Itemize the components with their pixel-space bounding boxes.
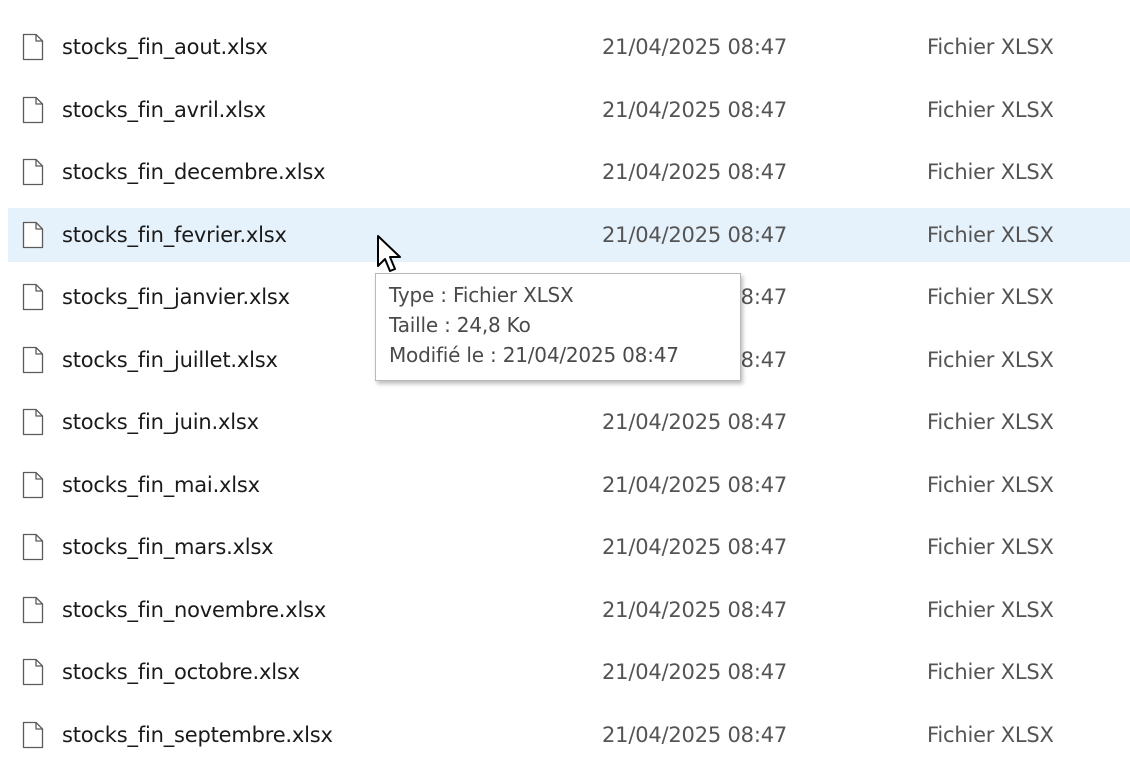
file-row[interactable]: stocks_fin_juin.xlsx 21/04/2025 08:47 Fi… xyxy=(8,395,1130,449)
tooltip-type: Type : Fichier XLSX xyxy=(389,283,574,307)
file-name: stocks_fin_fevrier.xlsx xyxy=(62,222,287,247)
file-row[interactable]: stocks_fin_aout.xlsx 21/04/2025 08:47 Fi… xyxy=(8,20,1130,74)
file-modified-date: 21/04/2025 08:47 xyxy=(602,35,788,59)
file-type: Fichier XLSX xyxy=(927,472,1054,497)
tooltip-size: Taille : 24,8 Ko xyxy=(389,313,531,337)
file-type: Fichier XLSX xyxy=(927,535,1054,559)
file-modified-date: 21/04/2025 08:47 xyxy=(602,535,788,559)
file-icon xyxy=(22,596,44,624)
file-modified-date: 21/04/2025 08:47 xyxy=(602,472,788,497)
file-name: stocks_fin_aout.xlsx xyxy=(62,35,268,59)
file-type: Fichier XLSX xyxy=(927,660,1054,684)
file-modified-date: 21/04/2025 08:47 xyxy=(602,660,788,684)
file-row[interactable]: stocks_fin_mai.xlsx 21/04/2025 08:47 Fic… xyxy=(8,458,1130,512)
file-name: stocks_fin_novembre.xlsx xyxy=(62,597,327,622)
file-type: Fichier XLSX xyxy=(927,722,1054,747)
file-list: stocks_fin_aout.xlsx 21/04/2025 08:47 Fi… xyxy=(0,0,1130,760)
file-type: Fichier XLSX xyxy=(927,222,1054,247)
file-modified-date: 21/04/2025 08:47 xyxy=(602,97,788,122)
file-name: stocks_fin_avril.xlsx xyxy=(62,97,266,122)
file-modified-date: 21/04/2025 08:47 xyxy=(602,410,788,434)
file-type: Fichier XLSX xyxy=(927,347,1054,372)
file-row[interactable]: stocks_fin_novembre.xlsx 21/04/2025 08:4… xyxy=(8,583,1130,637)
file-row[interactable]: stocks_fin_fevrier.xlsx 21/04/2025 08:47… xyxy=(8,207,1130,262)
file-icon xyxy=(22,658,44,686)
file-type: Fichier XLSX xyxy=(927,285,1054,309)
file-icon xyxy=(22,221,44,249)
file-type: Fichier XLSX xyxy=(927,410,1054,434)
file-name: stocks_fin_juin.xlsx xyxy=(62,410,259,434)
file-info-tooltip: Type : Fichier XLSX Taille : 24,8 Ko Mod… xyxy=(375,273,741,381)
file-icon xyxy=(22,158,44,186)
file-type: Fichier XLSX xyxy=(927,35,1054,59)
file-name: stocks_fin_mai.xlsx xyxy=(62,472,260,497)
file-row[interactable]: stocks_fin_mars.xlsx 21/04/2025 08:47 Fi… xyxy=(8,520,1130,574)
file-name: stocks_fin_septembre.xlsx xyxy=(62,722,333,747)
file-modified-date: 21/04/2025 08:47 xyxy=(602,222,788,247)
file-icon xyxy=(22,533,44,561)
file-type: Fichier XLSX xyxy=(927,597,1054,622)
file-row[interactable]: stocks_fin_octobre.xlsx 21/04/2025 08:47… xyxy=(8,645,1130,699)
file-modified-date: 21/04/2025 08:47 xyxy=(602,597,788,622)
file-type: Fichier XLSX xyxy=(927,160,1054,184)
file-icon xyxy=(22,33,44,61)
file-icon xyxy=(22,283,44,311)
file-name: stocks_fin_juillet.xlsx xyxy=(62,347,278,372)
mouse-pointer-icon xyxy=(376,234,406,278)
tooltip-modified: Modifié le : 21/04/2025 08:47 xyxy=(389,343,679,367)
file-name: stocks_fin_decembre.xlsx xyxy=(62,160,326,184)
file-icon xyxy=(22,96,44,124)
file-name: stocks_fin_octobre.xlsx xyxy=(62,660,300,684)
file-icon xyxy=(22,346,44,374)
file-row[interactable]: stocks_fin_avril.xlsx 21/04/2025 08:47 F… xyxy=(8,83,1130,137)
file-name: stocks_fin_mars.xlsx xyxy=(62,535,274,559)
file-name: stocks_fin_janvier.xlsx xyxy=(62,285,290,309)
file-modified-date: 21/04/2025 08:47 xyxy=(602,160,788,184)
file-type: Fichier XLSX xyxy=(927,97,1054,122)
file-modified-date: 21/04/2025 08:47 xyxy=(602,722,788,747)
file-icon xyxy=(22,408,44,436)
file-icon xyxy=(22,471,44,499)
file-row[interactable]: stocks_fin_decembre.xlsx 21/04/2025 08:4… xyxy=(8,145,1130,199)
file-icon xyxy=(22,721,44,749)
file-row[interactable]: stocks_fin_septembre.xlsx 21/04/2025 08:… xyxy=(8,708,1130,762)
